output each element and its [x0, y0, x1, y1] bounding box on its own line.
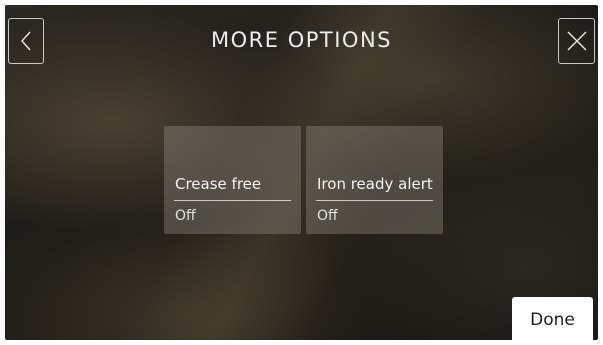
- option-crease-free[interactable]: Crease free Off: [164, 126, 301, 234]
- page-title: MORE OPTIONS: [211, 28, 392, 52]
- close-icon: [567, 31, 586, 51]
- option-value: Off: [175, 208, 196, 224]
- done-button[interactable]: Done: [512, 297, 593, 340]
- option-label: Iron ready alert: [317, 175, 433, 193]
- close-button[interactable]: [558, 18, 595, 64]
- option-divider: [316, 200, 433, 201]
- screen: MORE OPTIONS Crease free Off Iron ready …: [5, 5, 598, 340]
- option-value: Off: [317, 208, 338, 224]
- option-divider: [174, 200, 291, 201]
- option-iron-ready-alert[interactable]: Iron ready alert Off: [306, 126, 443, 234]
- option-label: Crease free: [175, 175, 262, 193]
